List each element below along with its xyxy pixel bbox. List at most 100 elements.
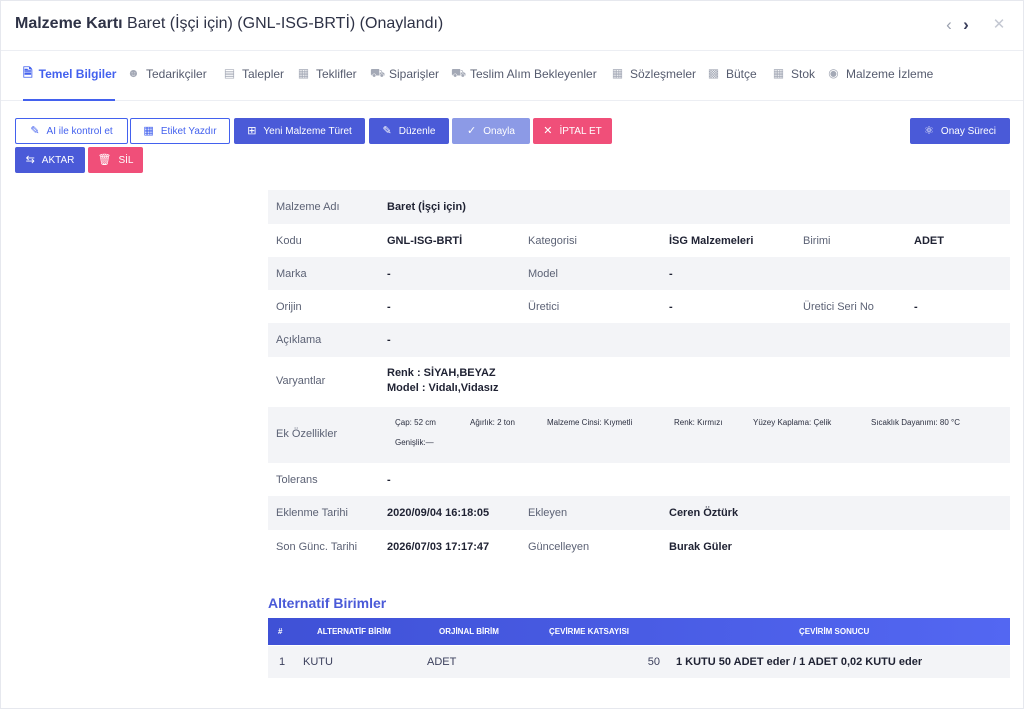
row-orig-unit: ADET — [427, 656, 457, 668]
chevron-right-icon[interactable]: › — [958, 15, 974, 35]
delete-button[interactable]: 🗑 SİL — [88, 147, 143, 173]
title-prefix: Malzeme Kartı — [15, 15, 123, 32]
new-material-label: Yeni Malzeme Türet — [263, 125, 352, 137]
file-icon: ▤ — [223, 66, 236, 80]
tab-label: Tedarikçiler — [146, 67, 207, 81]
info-row-extra: Ek Özellikler Çap: 52 cm Ağırlık: 2 ton … — [268, 407, 1010, 463]
name-label: Malzeme Adı — [276, 201, 340, 213]
tab-label: Talepler — [242, 67, 285, 81]
col-coefficient: ÇEVİRME KATSAYISI — [549, 627, 630, 636]
col-result: ÇEVİRİM SONUCU — [799, 627, 870, 636]
chevron-left-icon[interactable]: ‹ — [941, 15, 957, 35]
tab-label: Stok — [791, 67, 816, 81]
description-label: Açıklama — [276, 334, 322, 346]
plus-square-icon: ⊞ — [247, 124, 257, 137]
tab-label: Malzeme İzleme — [846, 67, 934, 81]
users-icon: ☻ — [127, 66, 140, 80]
alt-units-header: # ALTERNATİF BİRİM ORJİNAL BİRİM ÇEVİRME… — [268, 618, 1010, 645]
approval-process-label: Onay Süreci — [940, 125, 996, 137]
ai-check-label: AI ile kontrol et — [46, 125, 113, 137]
tab-temel-bilgiler[interactable]: 🗎 Temel Bilgiler — [23, 66, 117, 101]
approve-button[interactable]: ✓ Onayla — [452, 118, 530, 144]
extra-label: Ek Özellikler — [276, 428, 338, 440]
info-row-added: Eklenme Tarihi 2020/09/04 16:18:05 Ekley… — [268, 496, 1010, 530]
binoculars-icon: ◉ — [828, 66, 839, 80]
table-row: 1 KUTU ADET 50 1 KUTU 50 ADET eder / 1 A… — [268, 646, 1010, 678]
category-label: Kategorisi — [528, 235, 577, 247]
tab-siparisler[interactable]: ⛟ Siparişler — [370, 67, 439, 101]
variants-label: Varyantlar — [276, 375, 326, 387]
tab-label: Sözleşmeler — [630, 67, 697, 81]
tab-talepler[interactable]: ▤ Talepler — [223, 67, 284, 101]
magic-wand-icon: ✎ — [30, 124, 40, 137]
ai-check-button[interactable]: ✎ AI ile kontrol et — [15, 118, 128, 144]
tab-stok[interactable]: ▦ Stok — [772, 67, 815, 101]
calendar-icon: ▦ — [297, 66, 310, 80]
extra-heat: Sıcaklık Dayanımı: 80 °C — [871, 418, 961, 427]
updater-value: Burak Güler — [669, 541, 732, 553]
tab-butce[interactable]: ▩ Bütçe — [707, 67, 757, 101]
close-icon[interactable]: ✕ — [991, 15, 1007, 35]
tolerance-label: Tolerans — [276, 474, 318, 486]
approval-process-button[interactable]: ⚛ Onay Süreci — [910, 118, 1010, 144]
row-alt-unit: KUTU — [303, 656, 333, 668]
origin-label: Orijin — [276, 301, 302, 313]
row-no: 1 — [279, 656, 286, 668]
producer-label: Üretici — [528, 301, 560, 313]
delete-label: SİL — [118, 154, 134, 166]
transfer-button[interactable]: ⇆ AKTAR — [15, 147, 85, 173]
tab-tedarikciler[interactable]: ☻ Tedarikçiler — [127, 67, 207, 101]
info-row-origin: Orijin - Üretici - Üretici Seri No - — [268, 290, 1010, 323]
material-info-table: Malzeme Adı Baret (İşçi için) Kodu GNL-I… — [268, 190, 1010, 563]
updated-value: 2026/07/03 17:17:47 — [387, 541, 490, 553]
tab-label: Temel Bilgiler — [38, 67, 117, 81]
unit-value: ADET — [914, 235, 944, 247]
brand-label: Marka — [276, 268, 307, 280]
col-no: # — [278, 627, 283, 636]
edit-label: Düzenle — [398, 125, 436, 137]
info-row-brand: Marka - Model - — [268, 257, 1010, 290]
col-alt-unit: ALTERNATİF BİRİM — [317, 627, 391, 636]
extra-diameter: Çap: 52 cm — [395, 418, 436, 427]
row-result: 1 KUTU 50 ADET eder / 1 ADET 0,02 KUTU e… — [676, 656, 923, 668]
extra-color: Renk: Kırmızı — [674, 418, 723, 427]
col-orig-unit: ORJİNAL BİRİM — [439, 627, 499, 636]
print-label-button[interactable]: ▦ Etiket Yazdır — [130, 118, 230, 144]
added-value: 2020/09/04 16:18:05 — [387, 507, 490, 519]
new-material-button[interactable]: ⊞ Yeni Malzeme Türet — [234, 118, 365, 144]
info-row-tolerance: Tolerans - — [268, 463, 1010, 496]
alt-units-title: Alternatif Birimler — [268, 595, 387, 611]
edit-icon: ✎ — [382, 124, 392, 137]
edit-button[interactable]: ✎ Düzenle — [369, 118, 449, 144]
extra-width: Genişlik:— — [395, 438, 434, 447]
code-label: Kodu — [276, 235, 302, 247]
document-icon: 🗎 — [23, 66, 33, 80]
info-row-name: Malzeme Adı Baret (İşçi için) — [268, 190, 1010, 224]
money-icon: ▩ — [707, 66, 720, 80]
extra-weight: Ağırlık: 2 ton — [470, 418, 515, 427]
sitemap-icon: ⚛ — [924, 124, 934, 137]
code-value: GNL-ISG-BRTİ — [387, 235, 463, 247]
exchange-icon: ⇆ — [25, 153, 35, 166]
qr-code-icon: ▦ — [143, 124, 154, 137]
added-label: Eklenme Tarihi — [276, 507, 348, 519]
info-row-updated: Son Günc. Tarihi 2026/07/03 17:17:47 Gün… — [268, 530, 1010, 563]
tab-malzeme-izleme[interactable]: ◉ Malzeme İzleme — [827, 67, 933, 101]
tab-teklifler[interactable]: ▦ Teklifler — [297, 67, 357, 101]
model-value: - — [669, 268, 673, 280]
extra-coating: Yüzey Kaplama: Çelik — [753, 418, 832, 427]
updated-label: Son Günc. Tarihi — [276, 541, 358, 553]
variant-model: Model : Vidalı,Vidasız — [387, 382, 499, 394]
calendar-icon: ▦ — [772, 66, 785, 80]
tolerance-value: - — [387, 474, 391, 486]
tab-sozlesmeler[interactable]: ▦ Sözleşmeler — [611, 67, 696, 101]
description-value: - — [387, 334, 391, 346]
tab-label: Teklifler — [316, 67, 357, 81]
cancel-button[interactable]: ✕ İPTAL ET — [533, 118, 612, 144]
tab-teslim-alim-bekleyenler[interactable]: ⛟ Teslim Alım Bekleyenler — [451, 67, 597, 101]
modal-header: Malzeme Kartı Baret (İşçi için) (GNL-ISG… — [1, 1, 1023, 51]
unit-label: Birimi — [803, 235, 831, 247]
origin-value: - — [387, 301, 391, 313]
tab-label: Siparişler — [389, 67, 440, 81]
truck-icon: ⛟ — [451, 66, 467, 80]
